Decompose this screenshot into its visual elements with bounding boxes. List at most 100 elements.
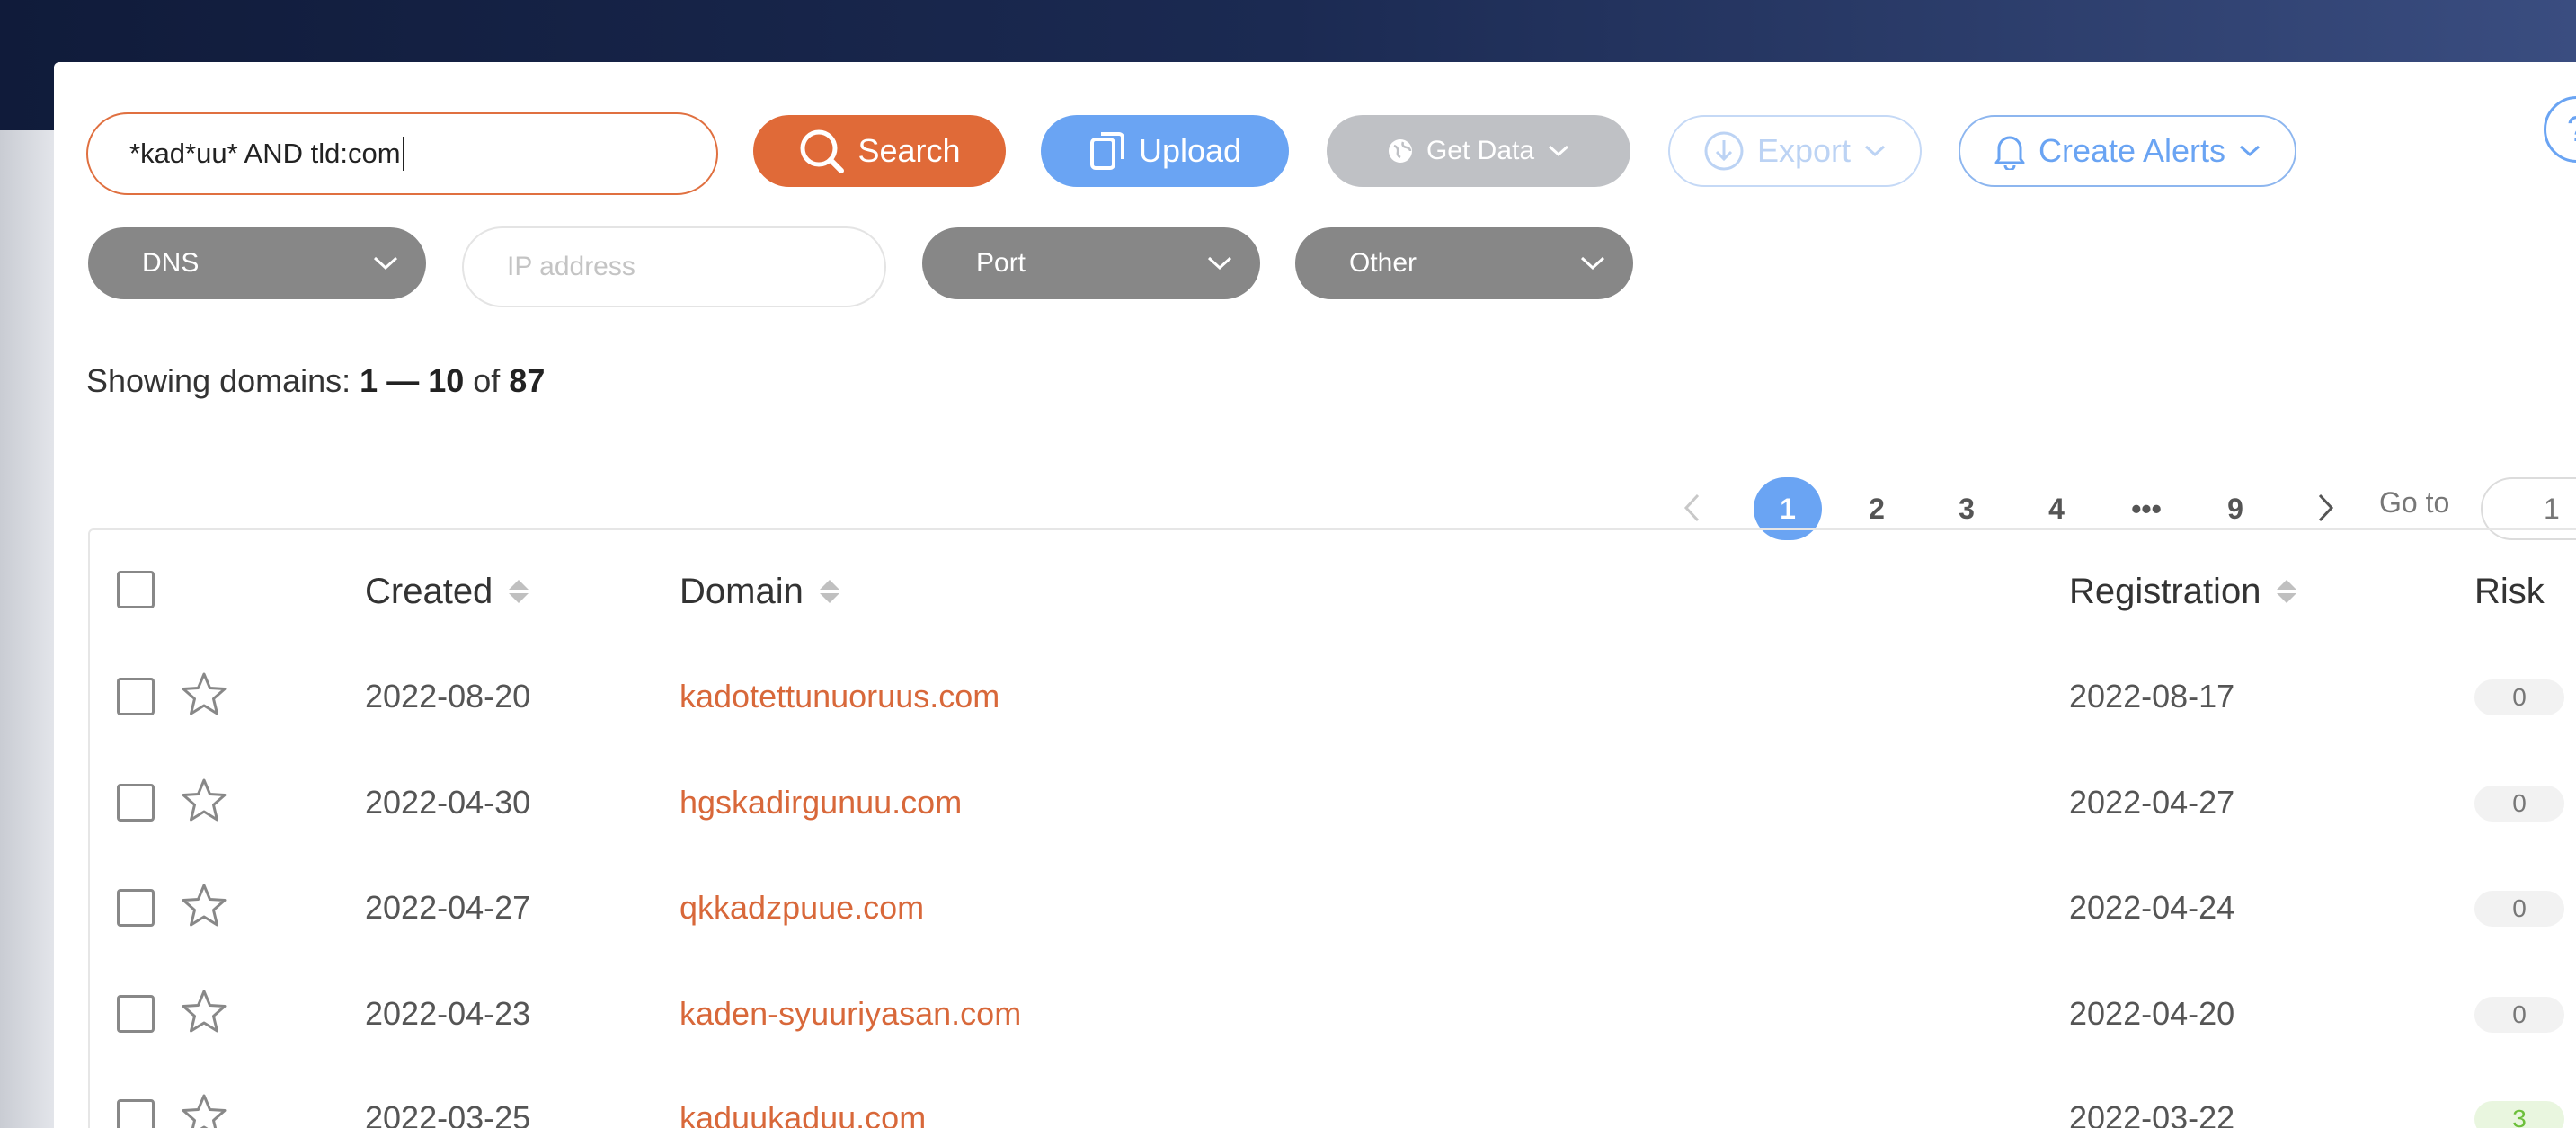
search-button[interactable]: Search — [753, 115, 1006, 187]
page-number: 1 — [1780, 492, 1796, 525]
row-checkbox[interactable] — [117, 678, 155, 715]
column-header-created-label: Created — [365, 571, 493, 611]
row-registration-date: 2022-04-24 — [2069, 889, 2235, 926]
star-icon[interactable] — [180, 671, 228, 719]
row-domain-link[interactable]: kaden-syuuriyasan.com — [680, 995, 1021, 1033]
risk-badge: 0 — [2474, 997, 2564, 1033]
chevron-down-icon — [2240, 145, 2261, 157]
chevron-down-icon — [1580, 256, 1605, 271]
results-range-start: 1 — [360, 362, 378, 399]
row-created-date: 2022-04-27 — [365, 889, 531, 926]
export-label: Export — [1756, 132, 1852, 169]
row-created-date: 2022-04-23 — [365, 995, 531, 1032]
row-domain-link[interactable]: kadotettunuoruus.com — [680, 678, 999, 715]
dns-filter-label: DNS — [142, 248, 200, 278]
row-checkbox[interactable] — [117, 1099, 155, 1128]
page-number: 9 — [2227, 492, 2243, 525]
left-sidebar-edge — [0, 130, 54, 1128]
results-summary: Showing domains: 1 — 10 of 87 — [86, 362, 545, 400]
search-query-text: *kad*uu* AND tld:com — [129, 138, 401, 169]
table-row: 2022-08-20 kadotettunuoruus.com 2022-08-… — [90, 651, 2576, 741]
port-filter-dropdown[interactable]: Port — [922, 227, 1260, 299]
select-all-checkbox[interactable] — [117, 571, 155, 608]
results-total: 87 — [509, 362, 546, 399]
sort-icon — [2277, 580, 2297, 603]
chevron-down-icon — [373, 256, 398, 271]
help-icon: ? — [2567, 110, 2576, 150]
column-header-domain[interactable]: Domain — [680, 564, 839, 618]
search-button-label: Search — [857, 132, 961, 169]
get-data-label: Get Data — [1426, 136, 1535, 165]
pagination-prev-button[interactable] — [1674, 484, 1710, 531]
row-created-date: 2022-04-30 — [365, 784, 531, 821]
row-registration-date: 2022-04-27 — [2069, 784, 2235, 821]
results-of-word: of — [464, 362, 510, 399]
row-domain-link[interactable]: qkkadzpuue.com — [680, 889, 924, 927]
risk-badge: 0 — [2474, 891, 2564, 927]
globe-icon — [1388, 139, 1412, 163]
goto-page-value: 1 — [2544, 492, 2560, 525]
goto-label: Go to — [2379, 486, 2450, 519]
chevron-right-icon — [2318, 493, 2334, 522]
table-row: 2022-03-25 kaduukaduu.com 2022-03-22 3 — [90, 1072, 2576, 1128]
row-created-date: 2022-08-20 — [365, 678, 531, 715]
row-checkbox[interactable] — [117, 995, 155, 1033]
column-header-created[interactable]: Created — [365, 564, 529, 618]
table-row: 2022-04-23 kaden-syuuriyasan.com 2022-04… — [90, 968, 2576, 1058]
sort-icon — [819, 580, 839, 603]
create-alerts-dropdown[interactable]: Create Alerts — [1959, 115, 2296, 187]
pagination-next-button[interactable] — [2308, 484, 2344, 531]
other-filter-dropdown[interactable]: Other — [1295, 227, 1633, 299]
help-button[interactable]: ? — [2544, 96, 2576, 163]
create-alerts-label: Create Alerts — [2038, 132, 2226, 169]
copy-files-icon — [1089, 132, 1124, 170]
page-number: 3 — [1959, 492, 1975, 525]
domains-table: Created Domain Registration Risk 2022-08… — [88, 528, 2576, 1128]
chevron-left-icon — [1683, 493, 1700, 522]
risk-badge: 3 — [2474, 1101, 2564, 1128]
row-registration-date: 2022-04-20 — [2069, 995, 2235, 1032]
chevron-down-icon — [1207, 256, 1232, 271]
page-number: 2 — [1869, 492, 1885, 525]
page-number: 4 — [2048, 492, 2065, 525]
table-row: 2022-04-27 qkkadzpuue.com 2022-04-24 0 — [90, 862, 2576, 952]
column-header-domain-label: Domain — [680, 571, 804, 611]
ip-address-input[interactable]: IP address — [462, 226, 886, 307]
get-data-dropdown[interactable]: Get Data — [1327, 115, 1630, 187]
export-dropdown[interactable]: Export — [1668, 115, 1922, 187]
row-registration-date: 2022-03-22 — [2069, 1099, 2235, 1128]
upload-button[interactable]: Upload — [1041, 115, 1289, 187]
results-range-dash: — — [378, 362, 429, 399]
row-checkbox[interactable] — [117, 784, 155, 822]
star-icon[interactable] — [180, 777, 228, 825]
page-ellipsis: ••• — [2131, 492, 2162, 525]
row-created-date: 2022-03-25 — [365, 1099, 531, 1128]
upload-button-label: Upload — [1138, 132, 1242, 169]
other-filter-label: Other — [1349, 248, 1417, 278]
row-domain-link[interactable]: hgskadirgunuu.com — [680, 784, 962, 822]
bell-icon — [1994, 136, 2025, 170]
row-registration-date: 2022-08-17 — [2069, 678, 2235, 715]
chevron-down-icon — [1865, 145, 1886, 157]
main-panel: *kad*uu* AND tld:com Search Upload Get D… — [54, 62, 2576, 1128]
text-caret — [402, 137, 404, 171]
chevron-down-icon — [1549, 145, 1569, 157]
risk-badge: 0 — [2474, 679, 2564, 715]
column-header-registration[interactable]: Registration — [2069, 564, 2297, 618]
ip-address-placeholder: IP address — [507, 252, 635, 281]
star-icon[interactable] — [180, 988, 228, 1036]
port-filter-label: Port — [976, 248, 1026, 278]
star-icon[interactable] — [180, 882, 228, 930]
column-header-registration-label: Registration — [2069, 571, 2261, 611]
download-icon — [1704, 131, 1744, 171]
search-input[interactable]: *kad*uu* AND tld:com — [86, 112, 718, 195]
table-row: 2022-04-30 hgskadirgunuu.com 2022-04-27 … — [90, 757, 2576, 847]
row-domain-link[interactable]: kaduukaduu.com — [680, 1099, 926, 1128]
row-checkbox[interactable] — [117, 889, 155, 927]
dns-filter-dropdown[interactable]: DNS — [88, 227, 426, 299]
results-prefix: Showing domains: — [86, 362, 360, 399]
column-header-risk-label: Risk — [2474, 571, 2545, 611]
sort-icon — [509, 580, 529, 603]
column-header-risk[interactable]: Risk — [2474, 564, 2545, 618]
star-icon[interactable] — [180, 1092, 228, 1128]
